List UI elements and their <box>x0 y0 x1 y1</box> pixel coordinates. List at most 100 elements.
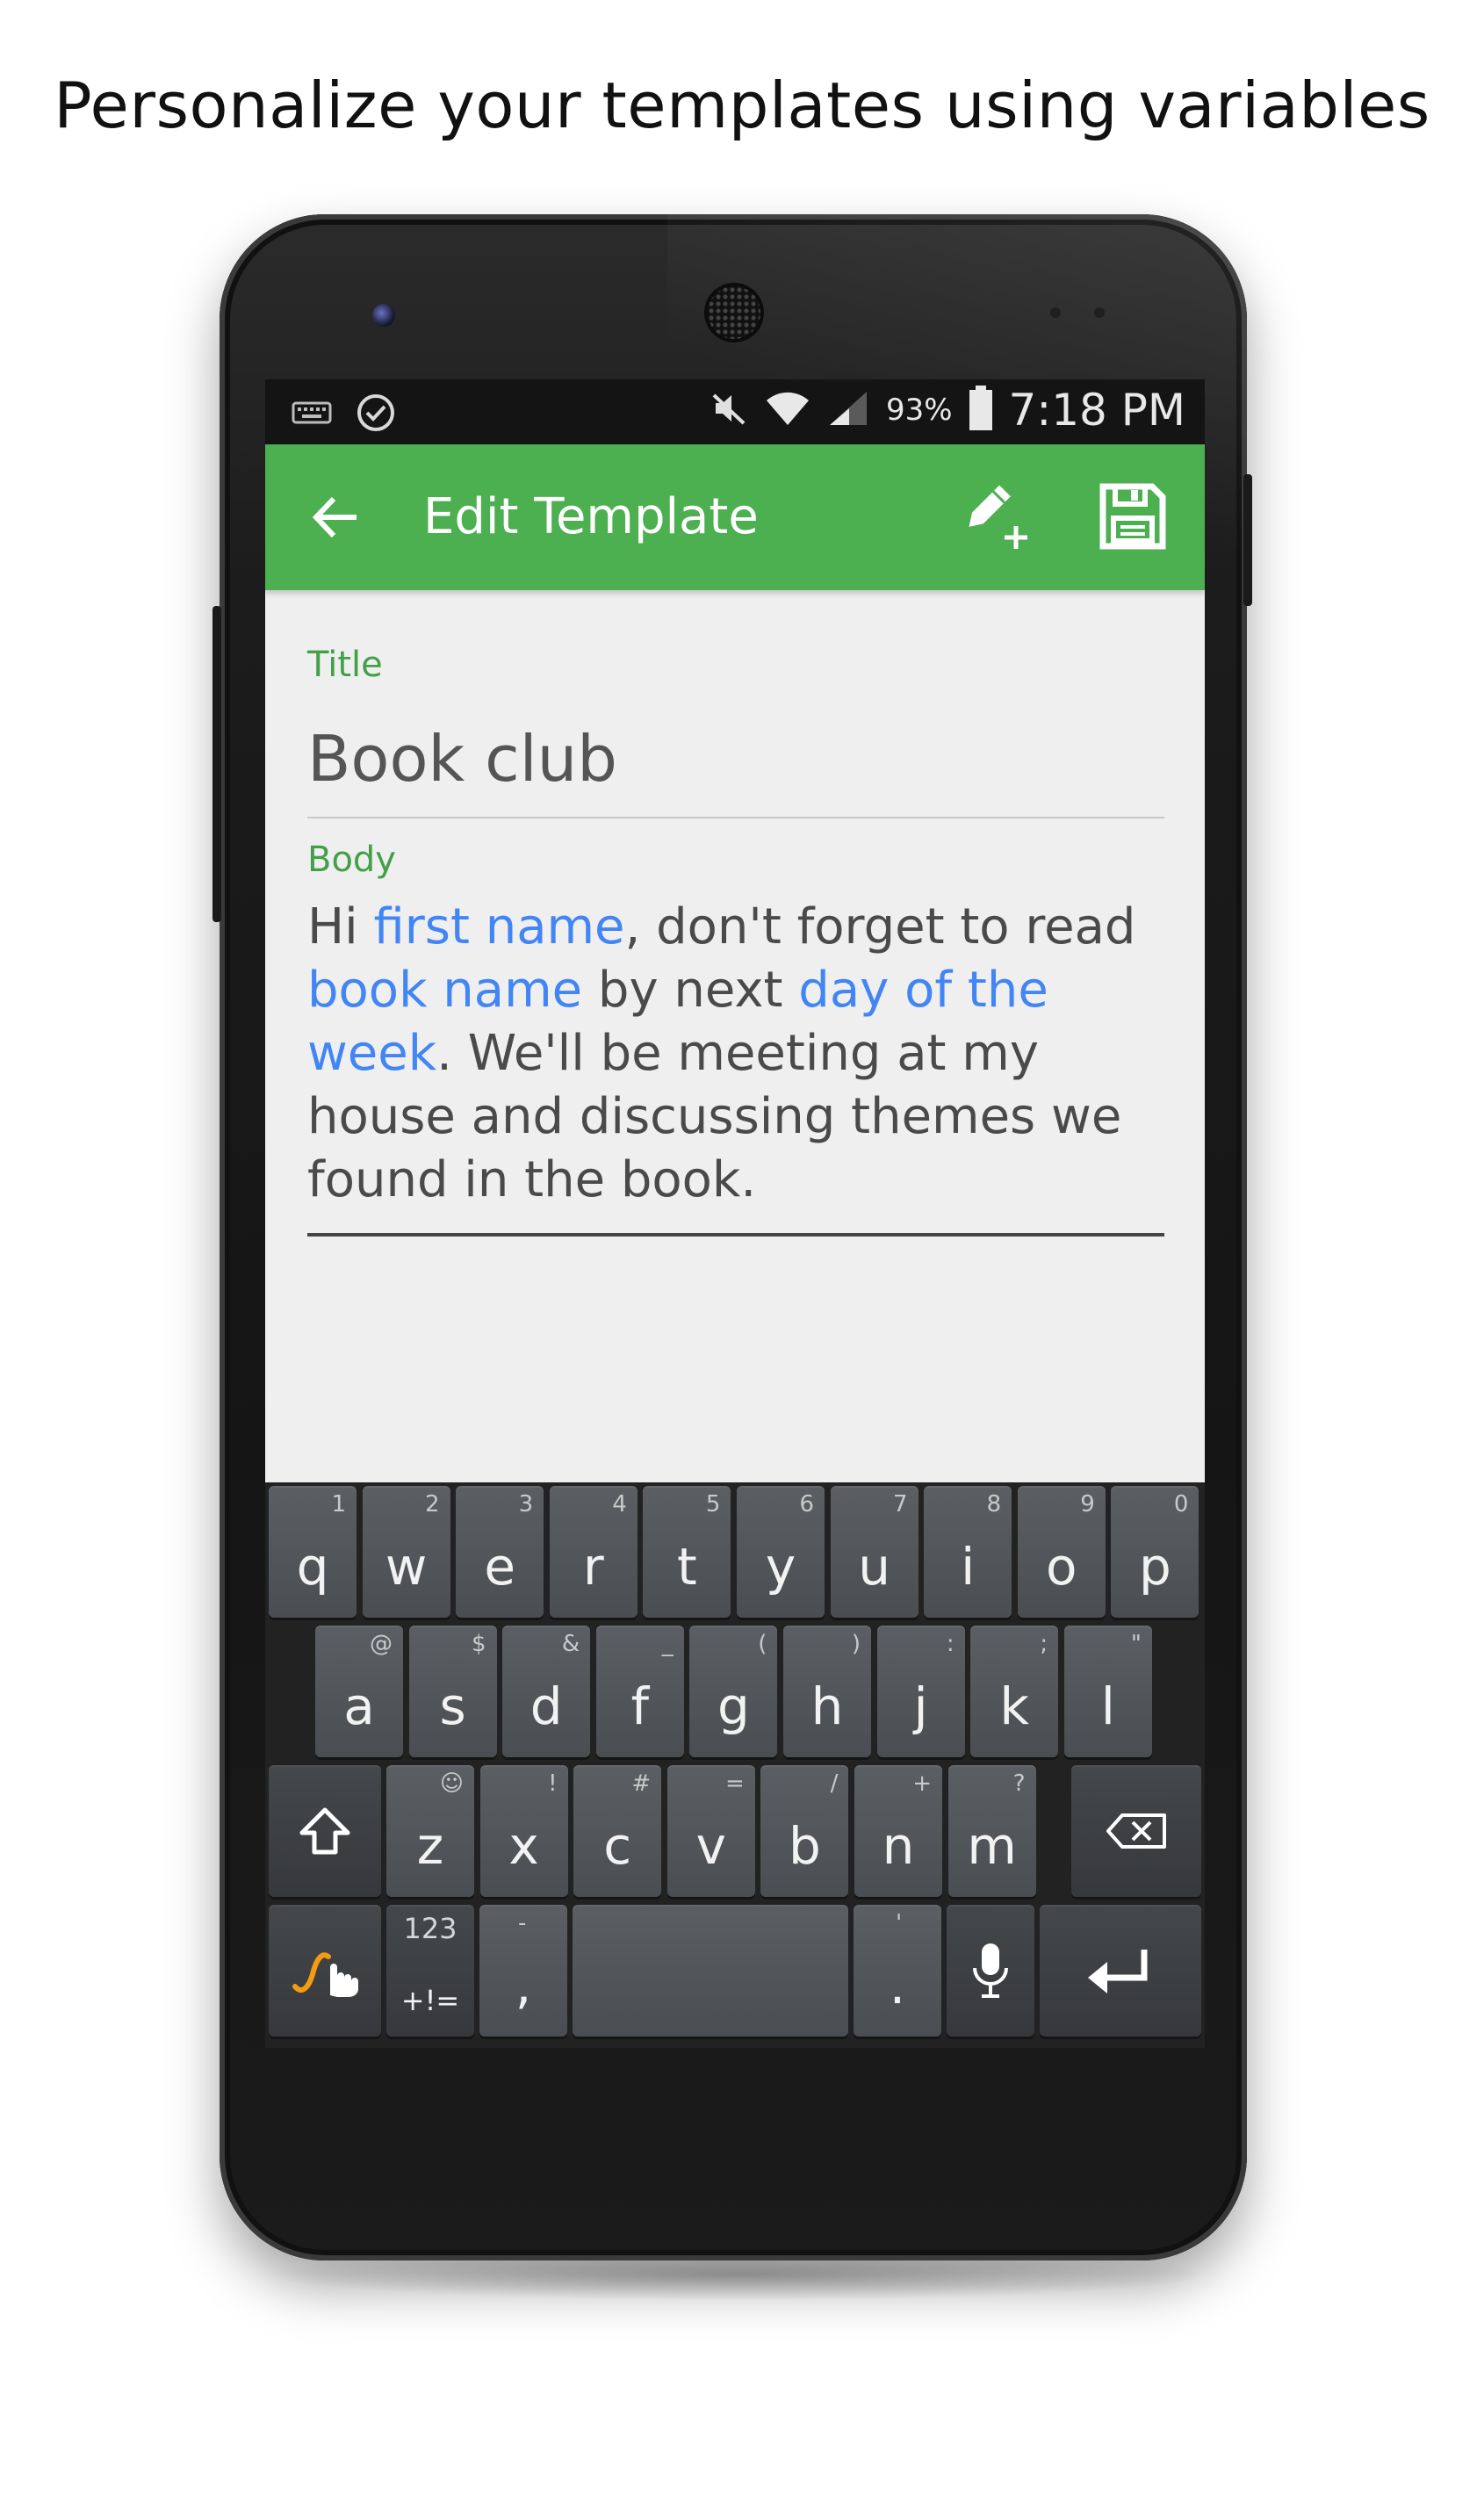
key-label: f <box>630 1676 649 1736</box>
key-t[interactable]: 5t <box>643 1486 731 1618</box>
key-label: s <box>439 1676 466 1736</box>
key-hint: ( <box>758 1631 767 1657</box>
key-label: m <box>967 1816 1017 1876</box>
key-label: h <box>810 1676 844 1736</box>
keyboard-row-1: 1q2w3e4r5t6y7u8i9o0p <box>265 1486 1205 1618</box>
mic-key[interactable] <box>947 1905 1034 2037</box>
period-label: . <box>889 1956 906 2015</box>
power-button <box>1243 474 1252 606</box>
key-label: v <box>695 1816 726 1876</box>
key-hint: + <box>912 1770 932 1797</box>
key-k[interactable]: ; k <box>970 1626 1059 1757</box>
body-field[interactable]: Hi first name, don't forget to read book… <box>307 896 1185 1212</box>
key-label: d <box>529 1676 563 1736</box>
key-hint: 2 <box>425 1491 440 1518</box>
insert-variable-icon[interactable] <box>959 479 1033 553</box>
key-a[interactable]: @ a <box>315 1626 403 1757</box>
key-hint: 0 <box>1173 1491 1189 1518</box>
volume-button <box>213 606 221 922</box>
key-h[interactable]: ) h <box>783 1626 871 1757</box>
period-key[interactable]: ' . <box>854 1905 941 2037</box>
key-s[interactable]: $ s <box>408 1626 497 1757</box>
key-label: p <box>1138 1537 1171 1597</box>
key-label: n <box>882 1816 915 1876</box>
phone-screen: 93% 7:18 PM Edit Template Title Book clu… <box>265 379 1205 2048</box>
app-toolbar: Edit Template <box>265 444 1205 590</box>
body-label: Body <box>307 840 396 880</box>
key-i[interactable]: 8i <box>924 1486 1012 1618</box>
key-hint: 1 <box>331 1491 346 1518</box>
key-label: i <box>961 1537 976 1597</box>
key-label: e <box>484 1537 516 1597</box>
key-q[interactable]: 1q <box>269 1486 357 1618</box>
save-icon[interactable] <box>1096 479 1170 553</box>
arrow-back-icon[interactable] <box>307 488 365 546</box>
check-circle-icon <box>355 392 397 437</box>
backspace-key[interactable] <box>1071 1765 1201 1897</box>
comma-label: , <box>515 1956 532 2015</box>
symbols-key-top: 123 <box>403 1912 457 1945</box>
key-label: a <box>343 1676 375 1736</box>
symbols-key[interactable]: 123 +!= <box>386 1905 474 2037</box>
key-hint: 8 <box>986 1491 1002 1518</box>
key-r[interactable]: 4r <box>549 1486 638 1618</box>
light-sensor <box>1094 307 1105 318</box>
variable-chip-first-name[interactable]: first name <box>373 898 624 955</box>
key-hint: = <box>725 1770 745 1797</box>
key-m[interactable]: ? m <box>947 1765 1036 1897</box>
key-l[interactable]: " l <box>1063 1626 1152 1757</box>
key-w[interactable]: 2w <box>362 1486 450 1618</box>
key-hint: / <box>830 1770 839 1797</box>
muted-icon <box>709 388 749 432</box>
key-label: z <box>416 1816 444 1876</box>
body-text-part: Hi <box>307 898 374 955</box>
status-bar: 93% 7:18 PM <box>265 379 1205 444</box>
signal-icon <box>826 388 870 432</box>
key-hint: ☺ <box>439 1770 464 1797</box>
key-p[interactable]: 0p <box>1111 1486 1199 1618</box>
title-underline <box>307 817 1164 818</box>
earpiece-speaker <box>708 286 760 339</box>
variable-chip-book-name[interactable]: book name <box>307 962 582 1019</box>
key-g[interactable]: (g <box>689 1626 778 1757</box>
key-n[interactable]: + n <box>854 1765 942 1897</box>
key-label: u <box>858 1537 890 1597</box>
key-label: b <box>788 1816 821 1876</box>
battery-icon <box>969 386 993 435</box>
key-hint: 3 <box>518 1491 534 1518</box>
key-j[interactable]: :j <box>876 1626 965 1757</box>
key-z[interactable]: ☺ z <box>386 1765 474 1897</box>
key-hint: ; <box>1040 1631 1048 1657</box>
enter-key[interactable] <box>1040 1905 1201 2037</box>
title-field[interactable]: Book club <box>307 722 617 796</box>
key-hint: _ <box>661 1631 674 1657</box>
swype-key[interactable] <box>269 1905 381 2037</box>
key-v[interactable]: = v <box>666 1765 755 1897</box>
key-e[interactable]: 3e <box>456 1486 544 1618</box>
key-label: c <box>603 1816 632 1876</box>
key-c[interactable]: # c <box>573 1765 662 1897</box>
key-label: j <box>913 1676 928 1736</box>
key-o[interactable]: 9o <box>1017 1486 1106 1618</box>
key-b[interactable]: / b <box>760 1765 849 1897</box>
key-hint: 7 <box>893 1491 908 1518</box>
key-label: t <box>677 1537 697 1597</box>
key-label: k <box>999 1676 1029 1736</box>
key-hint: 5 <box>705 1491 721 1518</box>
comma-key[interactable]: - , <box>479 1905 567 2037</box>
key-hint: ! <box>548 1770 558 1797</box>
title-label: Title <box>307 645 383 685</box>
space-bar[interactable] <box>573 1905 848 2037</box>
key-hint: # <box>631 1770 652 1797</box>
body-underline <box>307 1233 1164 1236</box>
key-x[interactable]: ! x <box>479 1765 568 1897</box>
key-y[interactable]: 6y <box>737 1486 825 1618</box>
key-u[interactable]: 7u <box>830 1486 918 1618</box>
shift-key[interactable] <box>269 1765 381 1897</box>
key-hint: 6 <box>799 1491 814 1518</box>
key-label: y <box>765 1537 796 1597</box>
key-label: r <box>582 1537 604 1597</box>
key-f[interactable]: _ f <box>595 1626 684 1757</box>
key-label: q <box>296 1537 329 1597</box>
key-d[interactable]: & d <box>502 1626 591 1757</box>
